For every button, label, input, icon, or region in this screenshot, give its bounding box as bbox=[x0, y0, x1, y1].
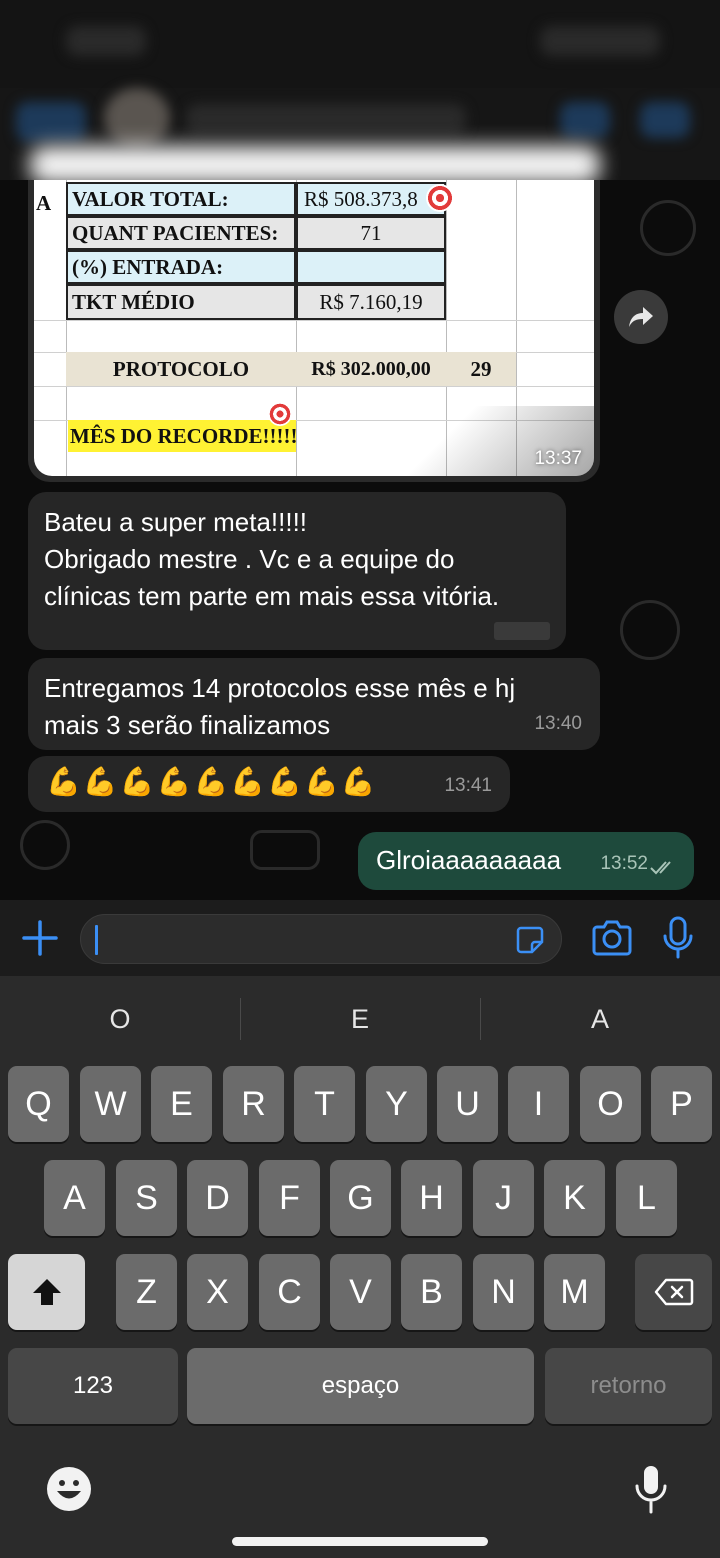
suggestion-3[interactable]: A bbox=[480, 976, 720, 1062]
suggestion-2[interactable]: E bbox=[240, 976, 480, 1062]
muscle-emoji: 💪💪💪💪💪💪💪💪💪 bbox=[46, 766, 378, 797]
key-o[interactable]: O bbox=[580, 1066, 641, 1142]
chat-area[interactable]: A VALOR TOTAL: R$ 508.373,8 QUANT PACIEN… bbox=[0, 180, 720, 900]
key-d[interactable]: D bbox=[187, 1160, 248, 1236]
key-e[interactable]: E bbox=[151, 1066, 212, 1142]
wallpaper-doodle bbox=[640, 200, 696, 256]
read-receipt-icon bbox=[650, 861, 671, 875]
key-p[interactable]: P bbox=[651, 1066, 712, 1142]
backspace-key[interactable] bbox=[635, 1254, 712, 1330]
avatar[interactable] bbox=[104, 88, 170, 148]
key-c[interactable]: C bbox=[259, 1254, 320, 1330]
return-key[interactable]: retorno bbox=[545, 1348, 712, 1424]
column-letter: A bbox=[36, 190, 52, 215]
message-input-bar bbox=[0, 900, 720, 976]
key-f[interactable]: F bbox=[259, 1160, 320, 1236]
key-l[interactable]: L bbox=[616, 1160, 677, 1236]
status-time-blurred bbox=[66, 26, 146, 56]
message-time: 13:52 bbox=[600, 853, 648, 874]
backspace-icon bbox=[654, 1278, 693, 1306]
sheet-value-protocolo: R$ 302.000,00 bbox=[296, 352, 446, 386]
key-m[interactable]: M bbox=[544, 1254, 605, 1330]
message-input[interactable] bbox=[80, 914, 562, 964]
key-g[interactable]: G bbox=[330, 1160, 391, 1236]
redacted-time bbox=[494, 622, 550, 640]
shift-icon bbox=[32, 1279, 61, 1305]
key-q[interactable]: Q bbox=[8, 1066, 69, 1142]
message-line: Bateu a super meta!!!!! bbox=[44, 507, 308, 537]
plus-icon[interactable] bbox=[20, 918, 60, 958]
forward-icon bbox=[629, 307, 653, 327]
dictation-icon[interactable] bbox=[634, 1464, 668, 1516]
message-line: Obrigado mestre . Vc e a equipe do bbox=[44, 544, 455, 574]
wallpaper-doodle bbox=[20, 820, 70, 870]
space-key[interactable]: espaço bbox=[187, 1348, 534, 1424]
sheet-label-quant-pacientes: QUANT PACIENTES: bbox=[66, 216, 296, 250]
contact-name-blurred[interactable] bbox=[186, 104, 466, 134]
sheet-value-tkt-medio: R$ 7.160,19 bbox=[296, 284, 446, 320]
message-time: 13:37 bbox=[534, 448, 582, 469]
key-h[interactable]: H bbox=[401, 1160, 462, 1236]
key-j[interactable]: J bbox=[473, 1160, 534, 1236]
message-line: Entregamos 14 protocolos esse mês e hj bbox=[44, 673, 516, 703]
image-message[interactable]: A VALOR TOTAL: R$ 508.373,8 QUANT PACIEN… bbox=[28, 180, 600, 482]
key-i[interactable]: I bbox=[508, 1066, 569, 1142]
sticker-icon[interactable] bbox=[515, 925, 545, 955]
incoming-message[interactable]: Bateu a super meta!!!!! Obrigado mestre … bbox=[28, 492, 566, 650]
video-call-icon[interactable] bbox=[560, 102, 610, 138]
key-u[interactable]: U bbox=[437, 1066, 498, 1142]
message-line: mais 3 serão finalizamos bbox=[44, 710, 331, 740]
emoji-row: 💪💪💪💪💪💪💪💪💪 bbox=[46, 764, 492, 800]
outgoing-message[interactable]: Glroiaaaaaaaaa 13:52 bbox=[358, 832, 694, 890]
key-n[interactable]: N bbox=[473, 1254, 534, 1330]
key-b[interactable]: B bbox=[401, 1254, 462, 1330]
key-t[interactable]: T bbox=[294, 1066, 355, 1142]
incoming-message[interactable]: 💪💪💪💪💪💪💪💪💪 13:41 bbox=[28, 756, 510, 812]
numbers-key[interactable]: 123 bbox=[8, 1348, 178, 1424]
key-y[interactable]: Y bbox=[366, 1066, 427, 1142]
message-time: 13:40 bbox=[534, 713, 582, 734]
sheet-label-recorde: MÊS DO RECORDE!!!!! bbox=[68, 420, 297, 452]
sheet-value-valor-total: R$ 508.373,8 bbox=[296, 182, 446, 216]
shift-key[interactable] bbox=[8, 1254, 85, 1330]
key-w[interactable]: W bbox=[80, 1066, 141, 1142]
wallpaper-doodle bbox=[620, 600, 680, 660]
key-r[interactable]: R bbox=[223, 1066, 284, 1142]
sheet-label-tkt-medio: TKT MÉDIO bbox=[66, 284, 296, 320]
sheet-value-entrada bbox=[296, 250, 446, 284]
key-a[interactable]: A bbox=[44, 1160, 105, 1236]
camera-icon[interactable] bbox=[590, 918, 634, 958]
key-x[interactable]: X bbox=[187, 1254, 248, 1330]
spreadsheet-image[interactable]: A VALOR TOTAL: R$ 508.373,8 QUANT PACIEN… bbox=[34, 180, 594, 476]
microphone-icon[interactable] bbox=[660, 916, 696, 960]
forward-button[interactable] bbox=[614, 290, 668, 344]
back-button-blurred[interactable] bbox=[16, 102, 86, 142]
sheet-value-quant-pacientes: 71 bbox=[296, 216, 446, 250]
status-icons-blurred bbox=[540, 26, 660, 56]
header-overlay-blur bbox=[30, 146, 600, 184]
wallpaper-doodle bbox=[250, 830, 320, 870]
target-icon bbox=[426, 184, 454, 212]
key-s[interactable]: S bbox=[116, 1160, 177, 1236]
message-line: clínicas tem parte em mais essa vitória. bbox=[44, 581, 500, 611]
sheet-extra-protocolo: 29 bbox=[446, 352, 516, 386]
text-caret bbox=[95, 925, 98, 955]
key-k[interactable]: K bbox=[544, 1160, 605, 1236]
key-v[interactable]: V bbox=[330, 1254, 391, 1330]
status-bar bbox=[0, 0, 720, 88]
suggestion-1[interactable]: O bbox=[0, 976, 240, 1062]
key-z[interactable]: Z bbox=[116, 1254, 177, 1330]
keyboard: O E A Q W E R T Y U I O P A S D F G H J … bbox=[0, 976, 720, 1558]
target-icon bbox=[268, 402, 292, 426]
message-time: 13:41 bbox=[444, 775, 492, 796]
emoji-icon[interactable] bbox=[46, 1466, 92, 1512]
home-indicator[interactable] bbox=[232, 1537, 488, 1546]
sheet-label-valor-total: VALOR TOTAL: bbox=[66, 182, 296, 216]
incoming-message[interactable]: Entregamos 14 protocolos esse mês e hj m… bbox=[28, 658, 600, 750]
sheet-label-protocolo: PROTOCOLO bbox=[66, 352, 296, 386]
sheet-label-entrada: (%) ENTRADA: bbox=[66, 250, 296, 284]
phone-call-icon[interactable] bbox=[640, 102, 690, 138]
